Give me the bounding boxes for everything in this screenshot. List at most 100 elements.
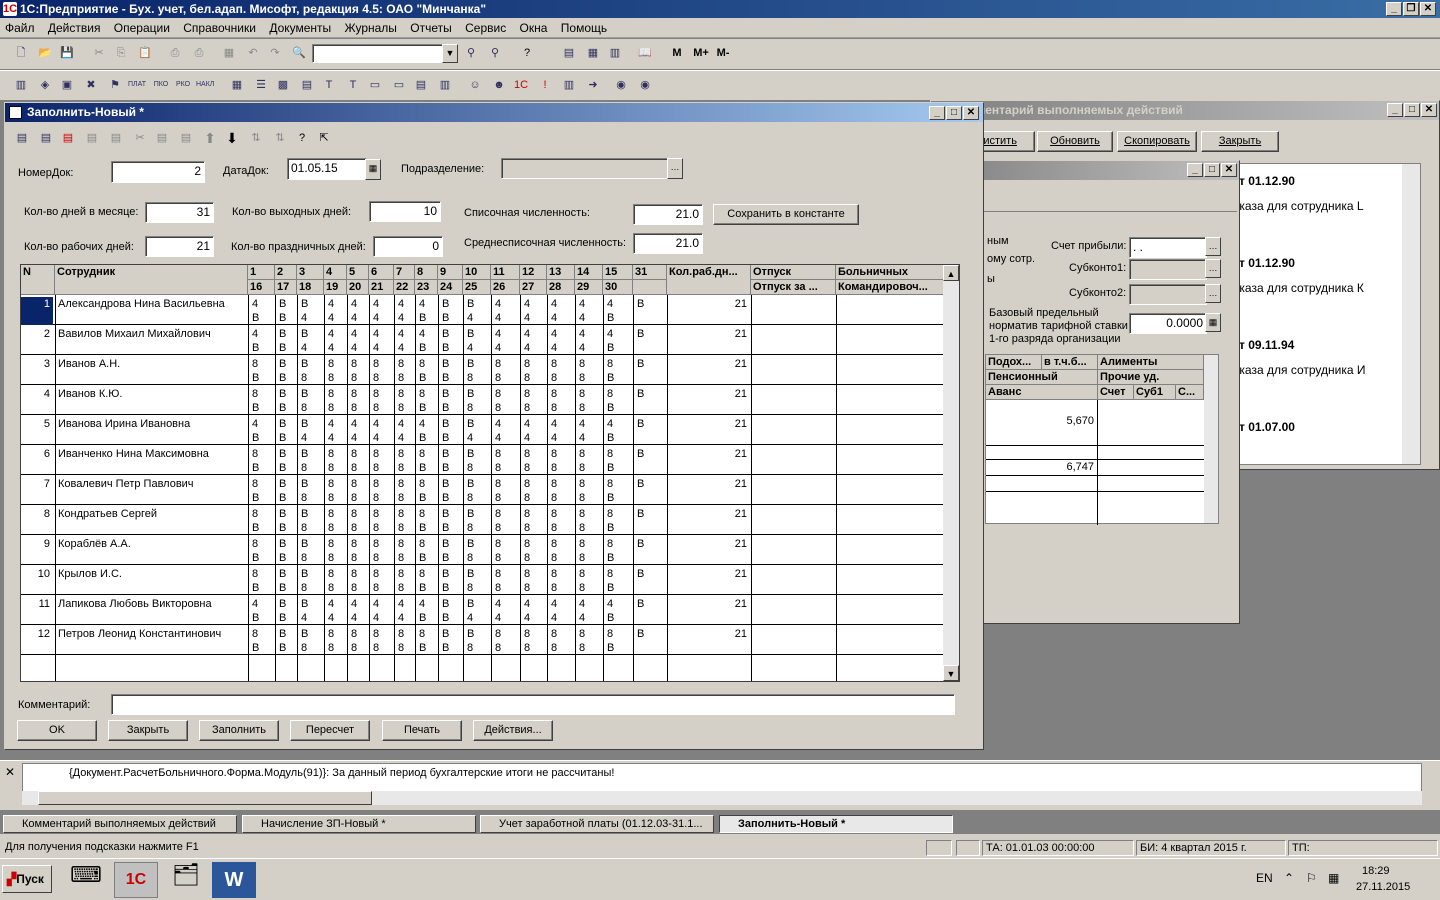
- day-hours[interactable]: 8: [607, 507, 613, 521]
- day-hours[interactable]: 8: [524, 401, 530, 415]
- menu-references[interactable]: Справочники: [178, 18, 261, 38]
- day-hours[interactable]: 8: [351, 507, 357, 521]
- day-hours[interactable]: 4: [579, 431, 585, 445]
- employee-name[interactable]: Лапикова Любовь Викторовна: [58, 597, 246, 611]
- cut-row-icon[interactable]: ✂: [131, 129, 149, 147]
- day-hours[interactable]: В: [607, 581, 614, 595]
- employee-name[interactable]: Кондратьев Сергей: [58, 507, 246, 521]
- subconto1-select-button[interactable]: …: [1205, 259, 1221, 278]
- day-hours[interactable]: 8: [328, 551, 334, 565]
- clock-time[interactable]: 18:29: [1362, 865, 1390, 877]
- table-row[interactable]: 4 Иванов К.Ю. 8 В В В В 8 8 8 8 8 8 8 8 8 8 В В В В 8 8 8 8 8 8 8 8 8…: [21, 385, 945, 415]
- day-hours[interactable]: 8: [252, 477, 258, 491]
- day-hours[interactable]: 8: [373, 387, 379, 401]
- day-hours[interactable]: 8: [351, 371, 357, 385]
- day-hours[interactable]: 8: [398, 567, 404, 581]
- day-hours[interactable]: 8: [579, 551, 585, 565]
- day-hours[interactable]: В: [301, 507, 308, 521]
- day-hours[interactable]: 8: [351, 357, 357, 371]
- day-hours[interactable]: 8: [551, 387, 557, 401]
- day-hours[interactable]: В: [279, 611, 286, 625]
- day-hours[interactable]: 8: [419, 567, 425, 581]
- day-hours[interactable]: 4: [328, 597, 334, 611]
- work-days-count[interactable]: 21: [667, 537, 747, 551]
- day-hours[interactable]: В: [419, 431, 426, 445]
- day-hours[interactable]: 8: [495, 401, 501, 415]
- day-hours[interactable]: 4: [398, 297, 404, 311]
- day-hours[interactable]: 4: [419, 417, 425, 431]
- day-hours[interactable]: 8: [579, 507, 585, 521]
- clock-date[interactable]: 27.11.2015: [1356, 881, 1410, 893]
- day-hours[interactable]: 4: [579, 341, 585, 355]
- day-hours[interactable]: 4: [373, 341, 379, 355]
- day-hours[interactable]: 4: [351, 611, 357, 625]
- day-hours[interactable]: 4: [607, 327, 613, 341]
- table-row[interactable]: 7 Ковалевич Петр Павлович 8 В В В В 8 8 8 8 8 8 8 8 8 8 В…: [21, 475, 945, 505]
- employee-name[interactable]: Александрова Нина Васильевна: [58, 297, 246, 311]
- day-hours[interactable]: В: [279, 341, 286, 355]
- day-hours[interactable]: 4: [607, 297, 613, 311]
- day-hours[interactable]: 4: [495, 311, 501, 325]
- menu-service[interactable]: Сервис: [460, 18, 511, 38]
- day-hours[interactable]: В: [467, 567, 474, 581]
- day-hours[interactable]: В: [442, 641, 449, 655]
- day-hours[interactable]: 8: [301, 551, 307, 565]
- move-down-icon[interactable]: ⬇: [223, 129, 241, 147]
- close-button[interactable]: ✕: [1420, 2, 1436, 16]
- day-hours[interactable]: В: [301, 327, 308, 341]
- restore-button[interactable]: ❐: [1403, 2, 1419, 16]
- day-hours[interactable]: 8: [607, 567, 613, 581]
- day-hours[interactable]: В: [301, 537, 308, 551]
- day-hours[interactable]: 8: [373, 567, 379, 581]
- day-hours[interactable]: 8: [607, 357, 613, 371]
- day-hours[interactable]: 4: [495, 611, 501, 625]
- day-hours[interactable]: В: [637, 567, 644, 581]
- day-hours[interactable]: 4: [524, 417, 530, 431]
- day-hours[interactable]: В: [467, 537, 474, 551]
- chart-of-accounts-icon[interactable]: ▥: [12, 76, 30, 94]
- day-hours[interactable]: 8: [495, 641, 501, 655]
- day-hours[interactable]: 4: [467, 311, 473, 325]
- employee-name[interactable]: Петров Леонид Константинович: [58, 627, 246, 641]
- day-hours[interactable]: 4: [351, 297, 357, 311]
- row-number[interactable]: 6: [21, 447, 53, 475]
- redo-icon[interactable]: ↷: [266, 44, 284, 62]
- day-hours[interactable]: В: [279, 641, 286, 655]
- subconto2-select-button[interactable]: …: [1205, 284, 1221, 303]
- day-hours[interactable]: 8: [467, 491, 473, 505]
- day-hours[interactable]: В: [607, 461, 614, 475]
- day-hours[interactable]: 8: [495, 521, 501, 535]
- day-hours[interactable]: В: [637, 357, 644, 371]
- memory-minus-button[interactable]: M-: [712, 44, 734, 62]
- day-hours[interactable]: 8: [373, 537, 379, 551]
- row-number[interactable]: 2: [21, 327, 53, 355]
- day-hours[interactable]: 8: [467, 581, 473, 595]
- persons-icon[interactable]: ☻: [490, 76, 508, 94]
- arrow-icon[interactable]: ➜: [584, 76, 602, 94]
- work-days-count[interactable]: 21: [667, 507, 747, 521]
- network-icon[interactable]: ▦: [1328, 871, 1339, 885]
- ok-button[interactable]: OK: [17, 720, 97, 741]
- day-hours[interactable]: 4: [579, 327, 585, 341]
- day-hours[interactable]: 8: [301, 371, 307, 385]
- day-hours[interactable]: 8: [328, 401, 334, 415]
- globe2-icon[interactable]: ◉: [636, 76, 654, 94]
- day-hours[interactable]: В: [467, 627, 474, 641]
- day-hours[interactable]: 8: [495, 537, 501, 551]
- day-hours[interactable]: В: [637, 477, 644, 491]
- day-hours[interactable]: 8: [524, 581, 530, 595]
- day-hours[interactable]: 8: [398, 461, 404, 475]
- day-hours[interactable]: 8: [419, 537, 425, 551]
- day-hours[interactable]: 4: [328, 431, 334, 445]
- day-hours[interactable]: В: [279, 357, 286, 371]
- day-hours[interactable]: 4: [495, 341, 501, 355]
- day-hours[interactable]: 4: [252, 327, 258, 341]
- day-hours[interactable]: 8: [351, 581, 357, 595]
- form-max-button[interactable]: □: [946, 106, 962, 120]
- grid-scrollbar[interactable]: ▲ ▼: [943, 265, 959, 681]
- day-hours[interactable]: В: [252, 641, 259, 655]
- day-hours[interactable]: 8: [398, 357, 404, 371]
- day-hours[interactable]: 4: [373, 311, 379, 325]
- employee-name[interactable]: Ковалевич Петр Павлович: [58, 477, 246, 491]
- work-days-count[interactable]: 21: [667, 627, 747, 641]
